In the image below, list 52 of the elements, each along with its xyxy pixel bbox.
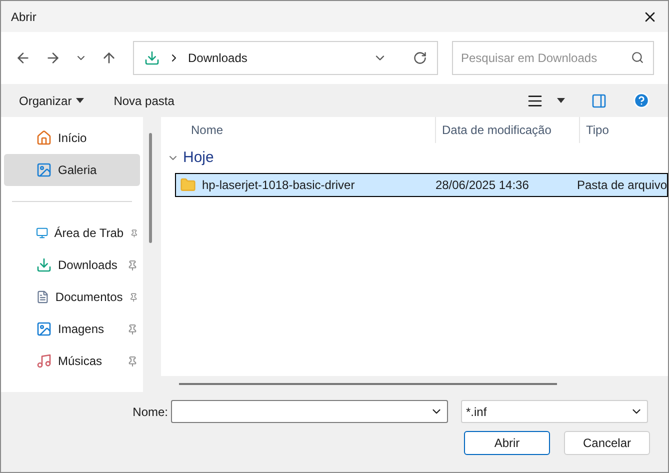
up-icon[interactable] — [101, 50, 117, 66]
open-button[interactable]: Abrir — [464, 431, 550, 455]
preview-pane-icon[interactable] — [591, 92, 607, 108]
search-icon — [631, 51, 644, 64]
window-title: Abrir — [11, 8, 36, 26]
pin-icon[interactable] — [130, 228, 138, 238]
cancel-button[interactable]: Cancelar — [564, 431, 650, 455]
group-header[interactable]: Hoje — [183, 146, 214, 170]
scrollbar-thumb[interactable] — [179, 383, 557, 385]
file-date: 28/06/2025 14:36 — [435, 177, 530, 194]
name-label: Nome: — [132, 404, 169, 420]
column-header[interactable]: Tipo — [579, 117, 668, 143]
view-icon[interactable] — [527, 92, 543, 108]
sidebar-item[interactable]: Downloads — [4, 249, 140, 281]
address-bar[interactable]: Downloads — [133, 41, 438, 75]
back-icon[interactable] — [15, 50, 31, 66]
picture-icon — [36, 162, 52, 178]
desktop-icon — [36, 225, 48, 241]
forward-icon[interactable] — [45, 50, 61, 66]
file-name: hp-laserjet-1018-basic-driver — [202, 177, 355, 194]
column-header[interactable]: Nome — [161, 121, 435, 139]
new-folder-button[interactable]: Nova pasta — [114, 92, 174, 110]
sidebar-item[interactable]: Área de Trab — [4, 217, 140, 249]
folder-icon — [180, 177, 196, 193]
home-icon — [36, 130, 52, 146]
file-row[interactable]: hp-laserjet-1018-basic-driver 28/06/2025 14:36 Pasta de arquivo — [175, 173, 668, 197]
document-icon — [36, 289, 50, 305]
download-icon — [144, 50, 160, 66]
file-name-field[interactable] — [171, 400, 448, 423]
sidebar-item[interactable]: Músicas — [4, 345, 140, 377]
caret-icon[interactable] — [557, 98, 565, 103]
caret-icon — [76, 98, 84, 103]
column-header[interactable]: Data de modificação — [435, 117, 579, 143]
organize-button[interactable]: Organizar — [19, 92, 84, 110]
pin-icon[interactable] — [127, 356, 138, 366]
refresh-icon[interactable] — [413, 51, 427, 65]
sidebar-item[interactable]: Imagens — [4, 313, 140, 345]
music-icon — [36, 353, 52, 369]
file-type-dropdown[interactable]: *.inf — [461, 400, 648, 423]
search-field[interactable]: Pesquisar em Downloads — [452, 41, 654, 75]
sidebar-item[interactable]: Documentos — [4, 281, 140, 313]
file-type: Pasta de arquivo — [576, 177, 667, 194]
pin-icon[interactable] — [127, 324, 138, 334]
download-icon — [36, 257, 52, 273]
scrollbar-thumb[interactable] — [148, 133, 152, 243]
sidebar-item[interactable]: Início — [4, 122, 140, 154]
pin-icon[interactable] — [128, 292, 138, 302]
sidebar-item[interactable]: Galeria — [4, 154, 140, 186]
picture-icon — [36, 321, 52, 337]
pin-icon[interactable] — [127, 260, 138, 270]
help-icon[interactable] — [633, 92, 650, 109]
address-path: Downloads — [188, 50, 248, 67]
